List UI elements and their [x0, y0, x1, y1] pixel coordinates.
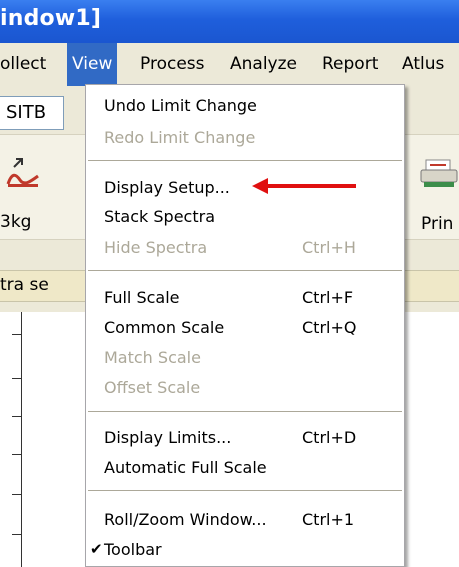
menu-item-roll-zoom-window[interactable]: Roll/Zoom Window... Ctrl+1: [86, 507, 404, 533]
ruler-tick: [12, 534, 22, 535]
menu-separator: [88, 411, 402, 412]
menu-item-toolbar[interactable]: ✔ Toolbar: [86, 537, 404, 563]
menu-separator: [88, 490, 402, 491]
ruler-tick: [12, 416, 22, 417]
menu-item-match-scale: Match Scale: [104, 348, 201, 367]
ruler-tick: [12, 494, 22, 495]
menu-process[interactable]: Process: [140, 43, 205, 86]
sample-field[interactable]: SITB: [0, 96, 64, 130]
menu-item-stack-spectra[interactable]: Stack Spectra: [86, 204, 404, 230]
menu-item-automatic-full-scale[interactable]: Automatic Full Scale: [86, 455, 404, 481]
window-title: indow1]: [0, 6, 102, 31]
menu-separator: [88, 270, 402, 271]
menu-view[interactable]: View: [67, 43, 118, 86]
ruler-tick: [12, 454, 22, 455]
toolbar-left-label: 3kg: [0, 212, 32, 232]
menu-item-undo-limit-change[interactable]: Undo Limit Change: [86, 93, 404, 119]
menu-separator: [88, 160, 402, 161]
annotation-arrow-icon: [252, 178, 356, 194]
menu-bar: ollect View Process Analyze Report Atlus: [0, 43, 459, 86]
background-subtract-icon[interactable]: [6, 156, 40, 188]
title-bar: indow1]: [0, 0, 459, 43]
ruler-tick: [12, 334, 22, 335]
toolbar-right-label: Prin: [421, 214, 454, 234]
menu-item-common-scale[interactable]: Common Scale Ctrl+Q: [86, 315, 404, 341]
menu-item-display-limits[interactable]: Display Limits... Ctrl+D: [86, 425, 404, 451]
menu-atlus[interactable]: Atlus: [402, 43, 444, 86]
vertical-ruler: [0, 312, 22, 567]
status-text: tra se: [0, 275, 49, 295]
menu-item-redo-limit-change: Redo Limit Change: [104, 128, 256, 147]
menu-item-offset-scale: Offset Scale: [104, 378, 201, 397]
check-icon: ✔: [90, 540, 103, 558]
ruler-tick: [12, 378, 22, 379]
menu-collect[interactable]: ollect: [0, 43, 46, 86]
menu-item-hide-spectra: Hide Spectra Ctrl+H: [104, 238, 356, 257]
menu-analyze[interactable]: Analyze: [230, 43, 297, 86]
view-menu-dropdown: Undo Limit Change Redo Limit Change Disp…: [85, 84, 405, 567]
menu-report[interactable]: Report: [322, 43, 378, 86]
printer-icon[interactable]: [420, 158, 458, 188]
menu-item-full-scale[interactable]: Full Scale Ctrl+F: [86, 285, 404, 311]
